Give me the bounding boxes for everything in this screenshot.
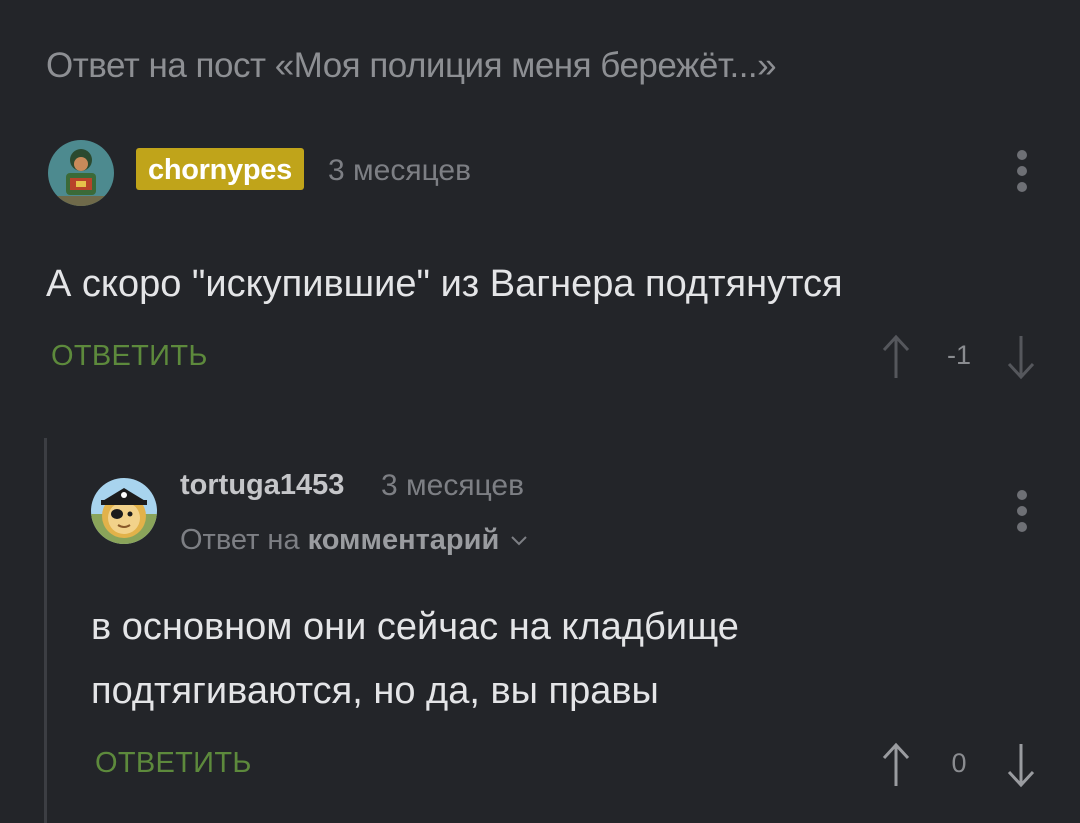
more-options-icon[interactable] — [1015, 150, 1029, 192]
rating-count: -1 — [946, 340, 971, 370]
author-username-badge[interactable]: chornypes — [136, 148, 304, 190]
upvote-arrow-icon[interactable] — [878, 740, 914, 790]
comments-page: Ответ на пост «Моя полиция меня бережёт.… — [0, 0, 1080, 823]
comment-rating: 0 — [878, 740, 1043, 790]
thread-indent-line — [44, 438, 47, 823]
reply-button[interactable]: ОТВЕТИТЬ — [51, 340, 208, 373]
author-username[interactable]: tortuga1453 — [180, 469, 344, 502]
more-options-icon[interactable] — [1015, 490, 1029, 532]
chevron-down-icon[interactable] — [509, 534, 529, 548]
comment-text: А скоро "искупившие" из Вагнера подтянут… — [46, 263, 843, 305]
reply-to-link[interactable]: Ответ на комментарий — [180, 524, 529, 557]
comment-rating: -1 — [878, 332, 1043, 382]
reply-button[interactable]: ОТВЕТИТЬ — [95, 747, 252, 780]
comment-text-line-1: в основном они сейчас на кладбище — [91, 606, 739, 648]
avatar-chornypes[interactable] — [48, 140, 114, 206]
avatar-tortuga1453[interactable] — [91, 478, 157, 544]
upvote-arrow-icon[interactable] — [878, 332, 914, 382]
comment-timestamp: 3 месяцев — [328, 154, 472, 187]
comment-timestamp: 3 месяцев — [381, 469, 525, 502]
downvote-arrow-icon[interactable] — [1003, 740, 1039, 790]
post-reply-header[interactable]: Ответ на пост «Моя полиция меня бережёт.… — [46, 46, 777, 86]
reply-to-prefix: Ответ на — [180, 524, 300, 556]
rating-count: 0 — [951, 748, 967, 778]
comment-text-line-2: подтягиваются, но да, вы правы — [91, 670, 659, 712]
reply-to-target[interactable]: комментарий — [308, 524, 500, 557]
downvote-arrow-icon[interactable] — [1003, 332, 1039, 382]
